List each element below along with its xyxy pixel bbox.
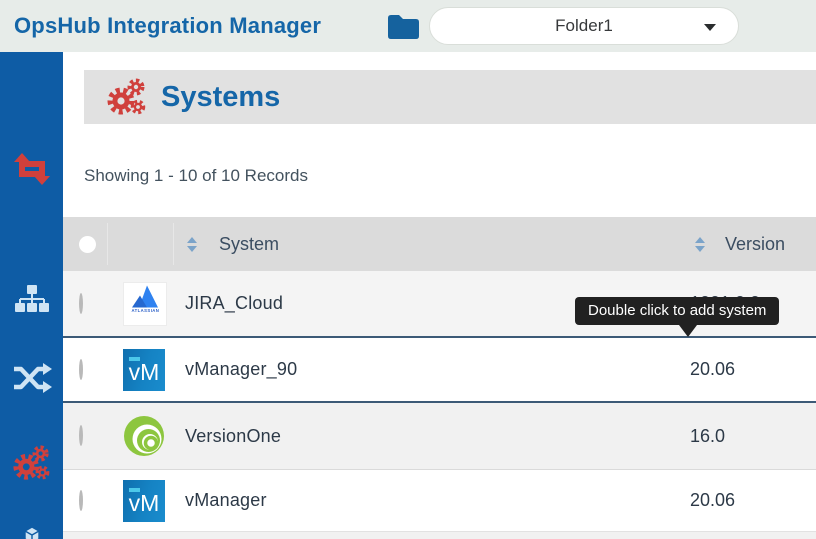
vmanager-logo-text: vM	[129, 359, 160, 386]
vmanager-logo: vM	[123, 349, 165, 391]
systems-table: System Version ATLASSIAN JIRA_Cloud 1	[63, 217, 816, 539]
atlassian-logo-caption: ATLASSIAN	[131, 308, 159, 313]
page-title: Systems	[161, 81, 280, 114]
row-radio[interactable]	[79, 359, 83, 380]
sitemap-icon	[14, 285, 50, 320]
topbar: OpsHub Integration Manager Folder1	[0, 0, 816, 52]
vmanager-logo-text: vM	[129, 490, 160, 517]
system-version: 16.0	[690, 426, 816, 447]
row-radio[interactable]	[79, 293, 83, 314]
cubes-icon	[13, 526, 51, 539]
sidebar-item-sitemap[interactable]	[0, 285, 63, 320]
row-radio[interactable]	[79, 425, 83, 446]
records-summary: Showing 1 - 10 of 10 Records	[84, 166, 308, 186]
atlassian-logo: ATLASSIAN	[123, 282, 167, 326]
versionone-logo	[123, 415, 165, 457]
tooltip: Double click to add system	[575, 297, 779, 325]
system-version: 20.06	[690, 359, 816, 380]
table-row[interactable]: VersionOne 16.0	[63, 403, 816, 470]
system-name: vManager_90	[185, 359, 690, 380]
app-title: OpsHub Integration Manager	[14, 13, 321, 39]
sync-arrows-icon	[12, 152, 52, 191]
sidebar-item-shuffle[interactable]	[0, 362, 63, 399]
table-header-row: System Version	[63, 217, 816, 271]
column-header-system[interactable]: System	[219, 234, 279, 255]
sidebar-item-systems[interactable]	[0, 442, 63, 489]
shuffle-icon	[12, 362, 52, 399]
select-all-radio[interactable]	[79, 236, 96, 253]
column-divider	[107, 223, 108, 265]
folder-icon	[385, 11, 419, 46]
vmanager-logo: vM	[123, 480, 165, 522]
gears-icon	[12, 442, 52, 489]
column-header-version[interactable]: Version	[725, 234, 785, 255]
page-banner: Systems	[84, 70, 816, 124]
opshub-app-window: OpsHub Integration Manager Folder1	[0, 0, 816, 539]
sort-icon[interactable]	[695, 237, 705, 252]
column-divider	[173, 223, 174, 265]
system-name: vManager	[185, 490, 690, 511]
sidebar	[0, 52, 63, 539]
table-row[interactable]: vM vManager_90 20.06	[63, 338, 816, 403]
folder-dropdown-value: Folder1	[555, 16, 613, 36]
row-radio[interactable]	[79, 490, 83, 511]
chevron-down-icon	[704, 24, 716, 31]
table-row	[63, 532, 816, 539]
folder-dropdown[interactable]: Folder1	[429, 7, 739, 45]
system-name: VersionOne	[185, 426, 690, 447]
sidebar-item-sync[interactable]	[0, 152, 63, 191]
systems-gears-icon	[106, 75, 148, 119]
sort-icon[interactable]	[187, 237, 197, 252]
system-version: 20.06	[690, 490, 816, 511]
table-row[interactable]: vM vManager 20.06	[63, 470, 816, 532]
sidebar-item-modules[interactable]	[0, 526, 63, 539]
